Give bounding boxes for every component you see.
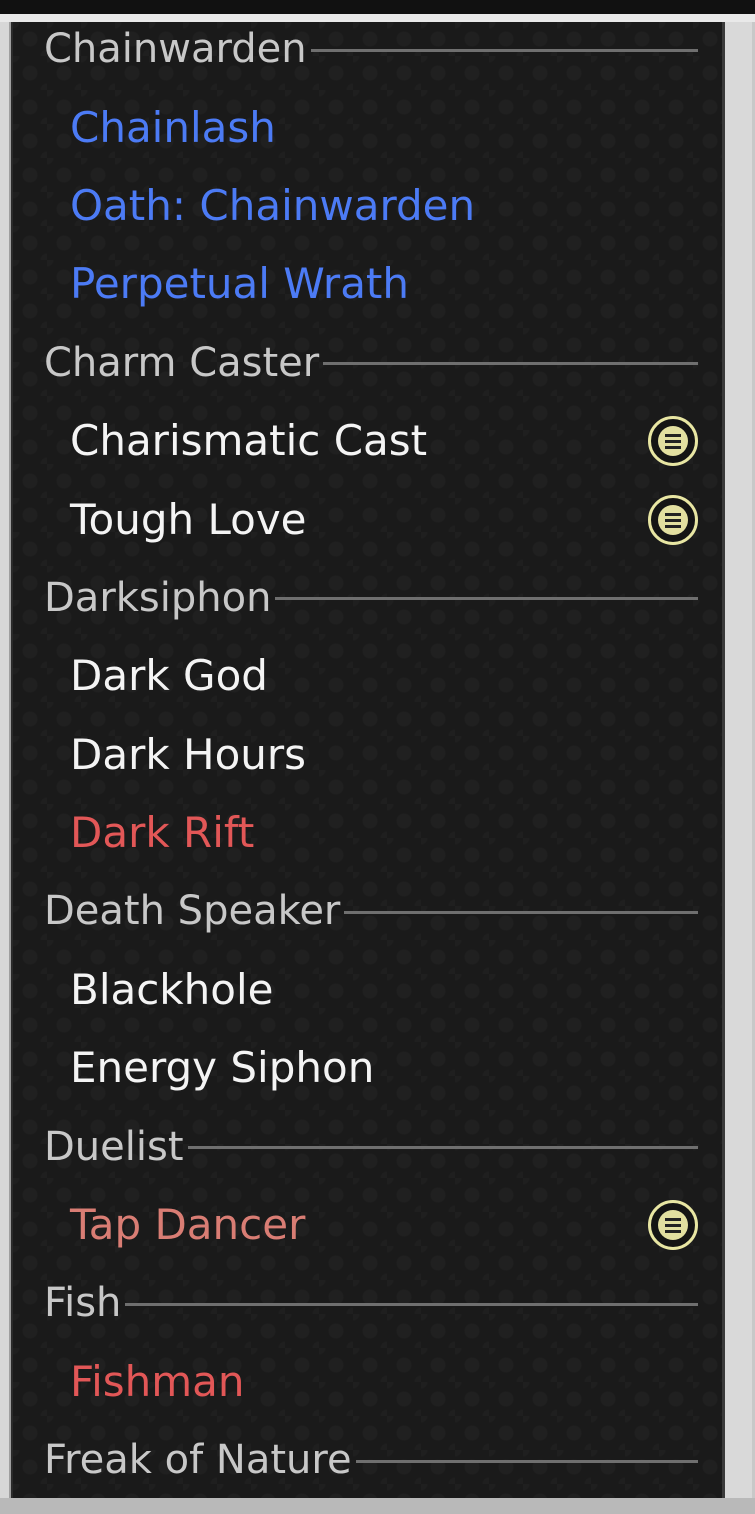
badge-stripe	[665, 1218, 681, 1222]
badge-stripe	[665, 1224, 681, 1228]
equal-circle-icon[interactable]	[648, 494, 698, 545]
app-window: Chainwarden Chainlash Oath: Chainwarden Per…	[0, 0, 755, 1514]
group-header-label: Charm Caster	[44, 339, 320, 386]
group-header-label: Fish	[44, 1280, 122, 1327]
skill-item-label: Dark Rift	[70, 808, 255, 858]
skill-item-label: Tough Love	[70, 494, 307, 544]
group-divider	[344, 910, 698, 914]
skill-item-label: Chainlash	[70, 102, 276, 152]
badge-stripe	[665, 446, 681, 450]
skill-item[interactable]: Blackhole	[13, 951, 722, 1029]
left-frame	[0, 22, 13, 1500]
group-header: Charm Caster	[13, 324, 722, 402]
skill-item[interactable]: Perpetual Wrath	[13, 245, 722, 323]
skill-item-label: Blackhole	[70, 964, 274, 1014]
skill-list: Chainwarden Chainlash Oath: Chainwarden Per…	[13, 22, 722, 1498]
skill-list-panel[interactable]: Chainwarden Chainlash Oath: Chainwarden Per…	[13, 22, 722, 1498]
skill-item-label: Energy Siphon	[70, 1043, 375, 1093]
group-header-label: Death Speaker	[44, 888, 341, 935]
badge-stripe	[665, 512, 681, 516]
skill-item[interactable]: Chainlash	[13, 88, 722, 166]
skill-item-label: Perpetual Wrath	[70, 259, 410, 309]
equal-circle-icon[interactable]	[648, 416, 698, 467]
group-divider	[323, 362, 698, 366]
group-header: Darksiphon	[13, 559, 722, 637]
badge-stripe	[665, 1230, 681, 1234]
skill-item-label: Charismatic Cast	[70, 416, 428, 466]
bottom-frame	[0, 1498, 755, 1514]
badge-stripe	[665, 524, 681, 528]
group-header: Chainwarden	[13, 22, 722, 88]
group-divider	[125, 1302, 698, 1306]
skill-item-label: Tap Dancer	[70, 1200, 306, 1250]
badge-stripe	[665, 518, 681, 522]
skill-item[interactable]: Oath: Chainwarden	[13, 167, 722, 245]
group-header-label: Duelist	[44, 1123, 184, 1170]
badge-stripe	[665, 440, 681, 444]
group-header: Duelist	[13, 1107, 722, 1185]
top-divider	[0, 14, 755, 22]
skill-item-label: Oath: Chainwarden	[70, 180, 476, 230]
skill-item[interactable]: Dark Rift	[13, 794, 722, 872]
skill-item[interactable]: Fishman	[13, 1343, 722, 1421]
scrollbar-track[interactable]	[722, 22, 755, 1500]
skill-item-label: Dark Hours	[70, 729, 307, 779]
skill-item-label: Dark God	[70, 651, 268, 701]
skill-item[interactable]: Charismatic Cast	[13, 402, 722, 480]
skill-item[interactable]: Energy Siphon	[13, 1029, 722, 1107]
group-header-label: Chainwarden	[44, 26, 307, 73]
group-header-label: Freak of Nature	[44, 1437, 352, 1484]
group-divider	[355, 1459, 698, 1463]
group-divider	[275, 597, 698, 601]
skill-item[interactable]: Dark Hours	[13, 716, 722, 794]
skill-item-label: Fishman	[70, 1356, 245, 1406]
group-header: Fish	[13, 1264, 722, 1342]
skill-item[interactable]: Tough Love	[13, 480, 722, 558]
group-divider	[310, 48, 698, 52]
skill-item[interactable]: Tap Dancer	[13, 1186, 722, 1264]
group-header-label: Darksiphon	[44, 574, 272, 621]
group-header: Death Speaker	[13, 872, 722, 950]
group-header: Freak of Nature	[13, 1421, 722, 1498]
equal-circle-icon[interactable]	[648, 1200, 698, 1251]
skill-item[interactable]: Dark God	[13, 637, 722, 715]
group-divider	[187, 1146, 698, 1150]
badge-stripe	[665, 434, 681, 438]
